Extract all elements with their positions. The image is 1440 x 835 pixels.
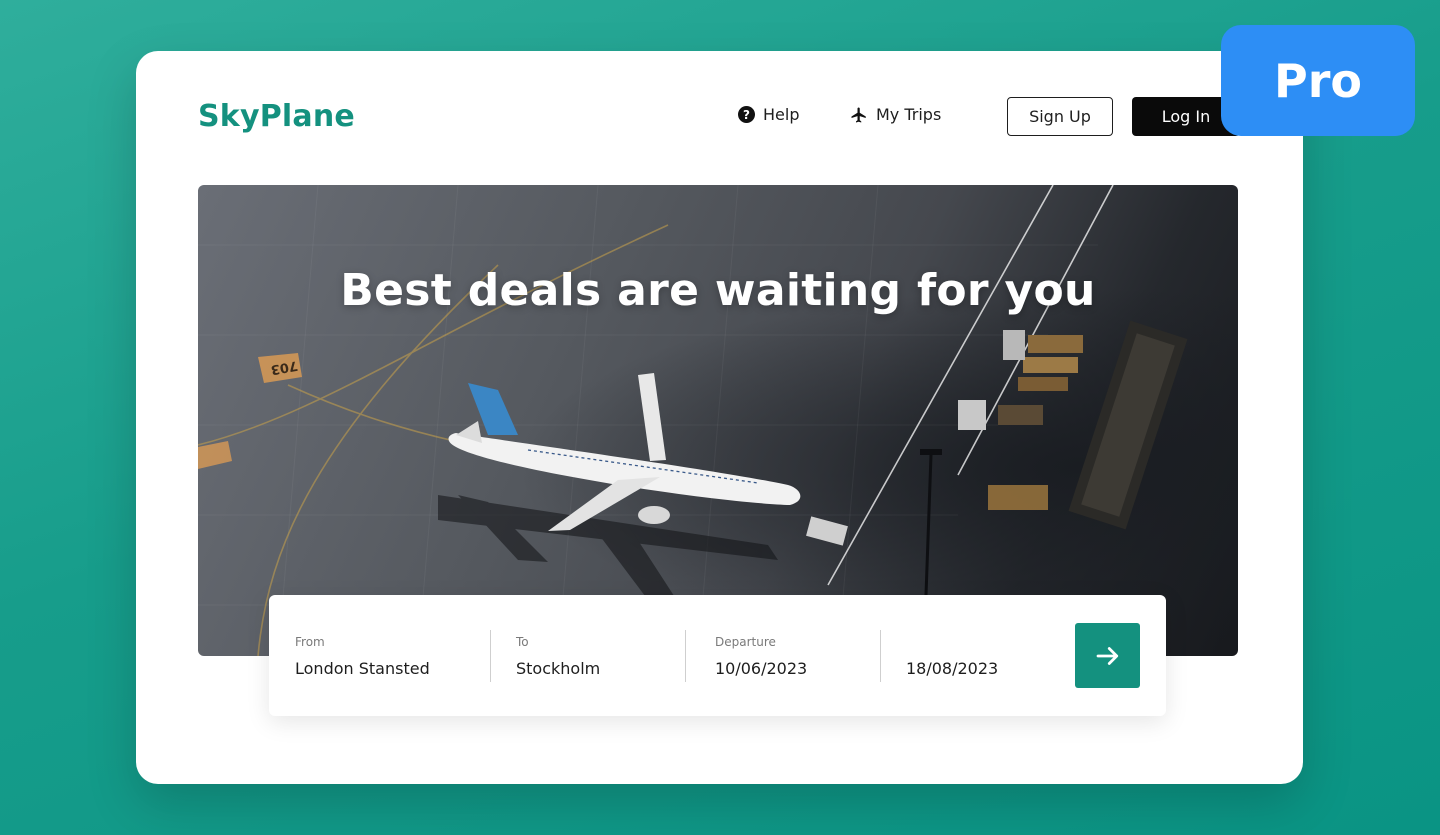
to-field[interactable]: To Stockholm bbox=[516, 635, 600, 678]
field-divider bbox=[685, 630, 686, 682]
nav-my-trips-link[interactable]: My Trips bbox=[850, 105, 941, 124]
flight-search-bar: From London Stansted To Stockholm Depart… bbox=[269, 595, 1166, 716]
airport-scene-illustration: 703 bbox=[198, 185, 1188, 656]
from-value[interactable]: London Stansted bbox=[295, 659, 430, 678]
landing-card: SkyPlane ? Help My Trips Sign Up Log In bbox=[136, 51, 1303, 784]
search-submit-button[interactable] bbox=[1075, 623, 1140, 688]
field-divider bbox=[880, 630, 881, 682]
question-circle-icon: ? bbox=[738, 106, 755, 123]
brand-logo[interactable]: SkyPlane bbox=[198, 99, 355, 134]
nav-help-link[interactable]: ? Help bbox=[738, 105, 799, 124]
departure-label: Departure bbox=[715, 635, 776, 649]
pro-badge: Pro bbox=[1221, 25, 1415, 136]
from-label: From bbox=[295, 635, 325, 649]
nav-help-label: Help bbox=[763, 105, 800, 124]
return-label bbox=[906, 635, 998, 651]
departure-date-field[interactable]: Departure 10/06/2023 bbox=[715, 635, 807, 678]
to-value[interactable]: Stockholm bbox=[516, 659, 600, 678]
from-field[interactable]: From London Stansted bbox=[295, 635, 430, 678]
hero-image: 703 Best deals are waiting for you bbox=[198, 185, 1238, 656]
sign-up-button[interactable]: Sign Up bbox=[1007, 97, 1113, 136]
return-value[interactable]: 18/08/2023 bbox=[906, 659, 998, 678]
airplane-icon bbox=[851, 107, 866, 122]
return-date-field[interactable]: 18/08/2023 bbox=[906, 635, 998, 678]
to-label: To bbox=[516, 635, 529, 649]
arrow-right-icon bbox=[1096, 646, 1118, 665]
hero-title: Best deals are waiting for you bbox=[340, 265, 1096, 316]
field-divider bbox=[490, 630, 491, 682]
nav-my-trips-label: My Trips bbox=[876, 105, 942, 124]
departure-value[interactable]: 10/06/2023 bbox=[715, 659, 807, 678]
